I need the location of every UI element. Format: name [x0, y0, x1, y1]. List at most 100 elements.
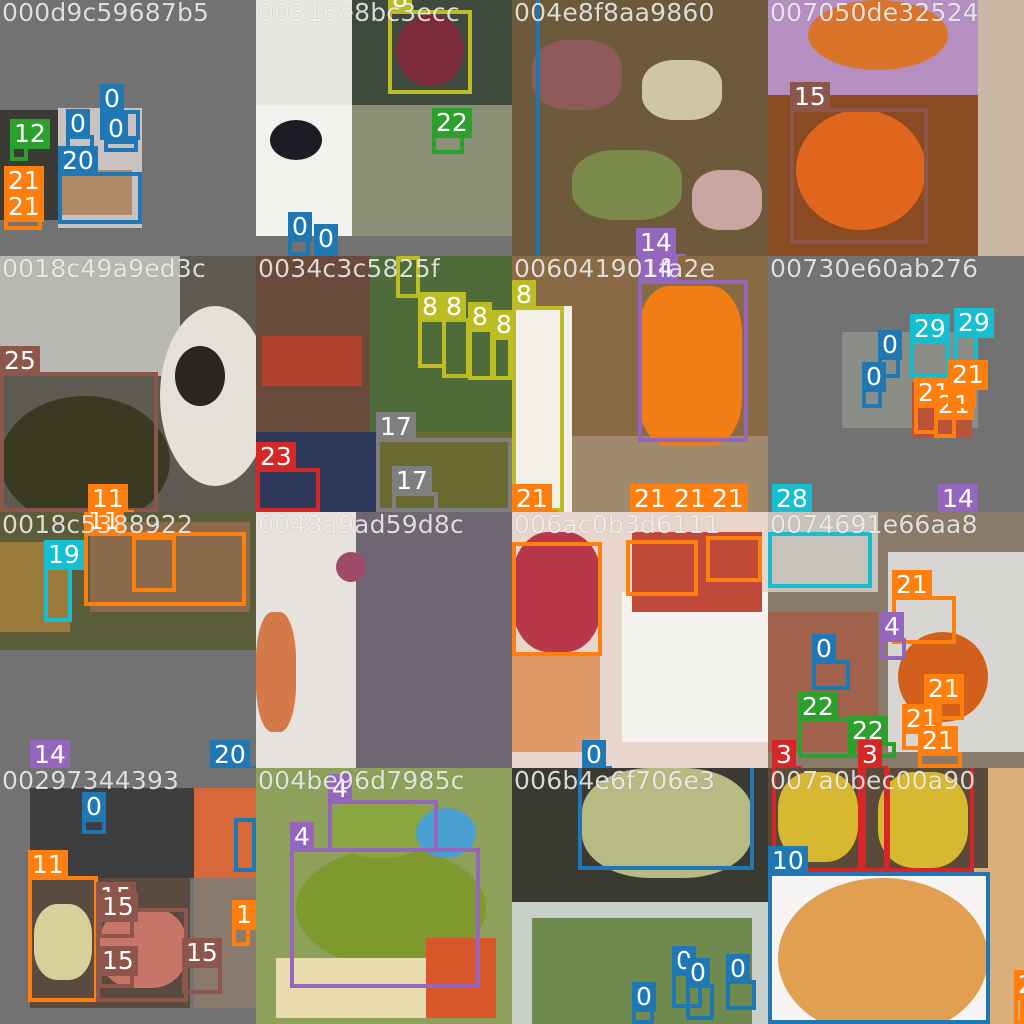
- mosaic-tile: 0074691e66aa8 21 4 0 21 22 22 21 21 3 3: [768, 512, 1024, 768]
- detection-box: 23: [256, 442, 320, 512]
- detection-box: 2: [1014, 970, 1024, 1024]
- detection-box: 15: [98, 946, 138, 988]
- detection-box: 20: [210, 740, 256, 768]
- detection-box: 0: [104, 114, 138, 152]
- mosaic-tile: 006041901fa2e 8 14 21 21 21 21: [512, 256, 768, 512]
- class-label: 0: [288, 212, 312, 242]
- detection-box: [768, 532, 872, 588]
- class-label: 21: [918, 726, 958, 756]
- detection-box: 0: [812, 634, 850, 690]
- detection-box: 17: [392, 466, 438, 512]
- class-label: 0: [100, 84, 124, 114]
- class-label: 21: [630, 484, 670, 512]
- detection-box: 25: [0, 346, 158, 512]
- class-label: 0: [878, 330, 902, 360]
- detection-box: 0: [288, 212, 312, 256]
- class-label: 8: [442, 292, 466, 322]
- tile-id-label: 0048a9ad59d8c: [258, 512, 464, 539]
- mosaic-tile: 00730e60ab276 0 0 29 29 21 21 21 28 14: [768, 256, 1024, 512]
- class-label: 21: [708, 484, 748, 512]
- class-label: 8: [492, 310, 512, 340]
- class-label: 0: [632, 982, 656, 1012]
- tile-id-label: 0018c5388922: [2, 512, 194, 539]
- class-label: 4: [880, 612, 904, 642]
- photo-region: [262, 336, 362, 386]
- detection-box: 15: [98, 892, 138, 938]
- class-label: 19: [44, 540, 84, 570]
- tile-id-label: 00297344393: [2, 768, 180, 795]
- mosaic-grid: 000d9c59687b5 0 0 0 12 20 21 21 00316e8b…: [0, 0, 1024, 1024]
- detection-box: 21: [918, 726, 962, 768]
- mosaic-tile: 00316e8bc3ecc 8 22 0 0: [256, 0, 512, 256]
- detection-box: [706, 536, 762, 582]
- class-label: 11: [88, 484, 128, 512]
- class-label: 15: [98, 892, 138, 922]
- detection-box: 4: [290, 822, 480, 988]
- detection-box: 0: [726, 954, 756, 1010]
- mosaic-tile: 00297344393 0 11 15 15 15 15 1: [0, 768, 256, 1024]
- detection-box: 21: [4, 192, 44, 230]
- class-label: 21: [892, 570, 932, 600]
- photo-region: [572, 150, 682, 220]
- class-label: 8: [418, 292, 442, 322]
- class-label: 0: [862, 362, 886, 392]
- detection-box: 21: [948, 360, 988, 408]
- tile-id-label: 0074691e66aa8: [770, 512, 978, 539]
- class-label: 22: [432, 108, 472, 138]
- detection-box: 0: [686, 958, 714, 1020]
- class-label: 0: [582, 740, 606, 768]
- photo-region: [622, 592, 768, 742]
- class-label: 21: [670, 484, 710, 512]
- class-label: 1: [232, 900, 256, 930]
- class-label: 17: [392, 466, 432, 496]
- tile-id-label: 00316e8bc3ecc: [258, 0, 460, 27]
- tile-id-label: 007a0bec00a90: [770, 768, 976, 795]
- detection-box: [532, 0, 540, 256]
- detection-box: 11: [28, 850, 98, 1002]
- class-label: 2: [1014, 970, 1024, 1000]
- class-label: 3: [772, 740, 796, 768]
- tile-id-label: 004e8f8aa9860: [514, 0, 715, 27]
- mosaic-tile: 0018c5388922 19 11 14 20: [0, 512, 256, 768]
- detection-box: 8: [492, 310, 512, 380]
- photo-region: [692, 170, 762, 230]
- class-label: 20: [210, 740, 250, 768]
- detection-box: 15: [182, 938, 222, 994]
- detection-box: 12: [10, 119, 50, 161]
- mosaic-tile: 004be96d7985c 4 4: [256, 768, 512, 1024]
- detection-box: 0: [82, 792, 106, 834]
- detection-box: [234, 818, 256, 872]
- mosaic-tile: 0034c3c5825f 8 8 8 8 8 17 17 23: [256, 256, 512, 512]
- detection-box: 0: [632, 982, 656, 1024]
- class-label: 29: [910, 314, 950, 344]
- class-label: 21: [948, 360, 988, 390]
- class-label: 10: [768, 846, 808, 876]
- class-label: 3: [858, 740, 882, 768]
- class-label: 15: [790, 82, 830, 112]
- class-label: 29: [954, 308, 994, 338]
- detection-box: 0: [862, 362, 886, 408]
- mosaic-tile: 000d9c59687b5 0 0 0 12 20 21 21: [0, 0, 256, 256]
- detection-box: 8: [512, 280, 564, 512]
- mosaic-tile: 0018c49a9ed3c 25 11: [0, 256, 256, 512]
- class-label: 14: [30, 740, 70, 768]
- photo-region: [256, 612, 296, 732]
- tile-id-label: 007050de32524: [770, 0, 979, 27]
- tile-id-label: 006041901fa2e: [514, 256, 716, 283]
- photo-region: [512, 652, 600, 752]
- detection-box: 4: [880, 612, 906, 660]
- class-label: 12: [10, 119, 50, 149]
- class-label: 8: [468, 302, 492, 332]
- mosaic-tile: 007050de32524 15: [768, 0, 1024, 256]
- mosaic-tile: 007a0bec00a90 10 2: [768, 768, 1024, 1024]
- photo-region: [270, 120, 322, 160]
- photo-region: [642, 60, 722, 120]
- photo-region: [175, 346, 225, 406]
- class-label: 0: [314, 224, 338, 254]
- class-label: 0: [686, 958, 710, 988]
- class-label: 20: [58, 146, 98, 176]
- detection-box: 1: [232, 900, 256, 946]
- class-label: 4: [290, 822, 314, 852]
- detection-box: 21: [934, 390, 974, 438]
- detection-box: 19: [44, 540, 84, 622]
